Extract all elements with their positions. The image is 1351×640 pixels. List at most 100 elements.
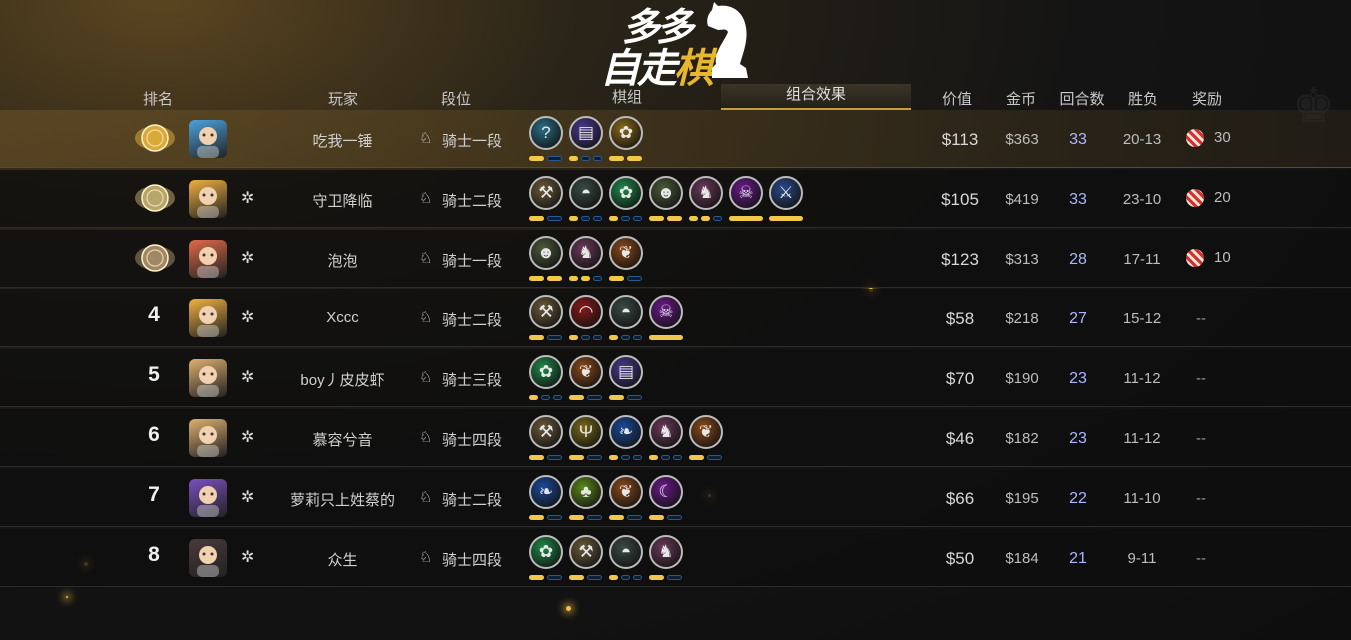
avatar[interactable] [189, 179, 227, 218]
synergy-segment [547, 514, 562, 520]
paw-icon[interactable]: ✿ [529, 534, 563, 569]
synergy-segment [547, 574, 562, 580]
trident-icon[interactable]: Ψ [569, 415, 603, 449]
table-row[interactable]: 吃我一锤 ♘ 骑士一段? ▤ ✿ $113 $363 33 20-13 30 [0, 110, 1351, 168]
gold-value: $182 [1005, 430, 1039, 447]
gold-value: $218 [1005, 310, 1039, 328]
player-name: 守卫降临 [312, 192, 373, 210]
win-loss-value: 11-10 [1123, 489, 1161, 507]
table-row[interactable]: 7 ✲ 萝莉只上姓蔡的 ♘ 骑士二段 ❧ ♣ ❦ ☾ $66 $195 22 11-10 -- [0, 468, 1351, 527]
synergy-segment [649, 335, 683, 341]
candy-icon [1186, 248, 1204, 267]
gear-icon[interactable]: ✲ [241, 190, 254, 207]
dome-icon[interactable]: ◠ [569, 295, 603, 330]
gold-value: $190 [1005, 370, 1039, 388]
gear-icon[interactable]: ✲ [241, 549, 254, 566]
axe-icon[interactable]: ⚒ [529, 415, 563, 449]
leaf-icon[interactable]: ❦ [609, 474, 643, 509]
player-name: 萝莉只上姓蔡的 [289, 491, 395, 509]
goblin-icon[interactable]: ☻ [529, 235, 563, 270]
synergy-segment [581, 335, 590, 341]
paw-icon[interactable]: ✿ [609, 175, 643, 210]
gear-icon[interactable]: ✲ [241, 250, 254, 267]
reward-value: -- [1196, 489, 1206, 507]
leaf-icon[interactable]: ❦ [689, 415, 723, 449]
synergy-segment [609, 455, 618, 460]
clover-icon[interactable]: ♣ [569, 474, 603, 509]
synergy-segment [569, 455, 584, 460]
gear-icon[interactable]: ✲ [241, 370, 254, 386]
avatar[interactable] [189, 478, 227, 517]
sparkle [66, 596, 68, 598]
avatar[interactable] [189, 120, 227, 158]
avatar[interactable] [189, 239, 227, 278]
synergy-segment [627, 395, 642, 401]
leaf-icon[interactable]: ❦ [609, 235, 643, 270]
table-row[interactable]: 5 ✲ boy丿皮皮虾 ♘ 骑士三段 ✿ ❦ ▤ $70 $190 23 11-12 -- [0, 349, 1351, 408]
synergy-segment [621, 335, 630, 341]
synergy-segment [649, 514, 664, 520]
demon-icon[interactable]: ☠ [729, 175, 763, 210]
synergy-segment [553, 395, 562, 401]
horse-icon[interactable]: ♞ [649, 534, 683, 569]
tab-pieces[interactable]: 棋组 [609, 86, 645, 107]
gear-icon[interactable]: ✲ [241, 310, 254, 326]
goblin-icon[interactable]: ☻ [649, 175, 683, 210]
horse-icon[interactable]: ♞ [689, 175, 723, 210]
axe-icon[interactable]: ⚒ [529, 175, 563, 210]
synergy-segment [593, 156, 602, 161]
synergy-segment [587, 395, 602, 401]
paw-icon[interactable]: ✿ [609, 116, 643, 150]
synergy-segment [569, 574, 584, 580]
feather-icon[interactable]: ❧ [529, 474, 563, 509]
book-icon[interactable]: ▤ [609, 355, 643, 390]
synergy-segment [609, 156, 624, 161]
horse-icon[interactable]: ♞ [569, 235, 603, 270]
synergy-segment [529, 395, 538, 401]
paw-icon[interactable]: ✿ [529, 355, 563, 390]
synergy-segment [569, 275, 578, 281]
rank-number: 7 [148, 482, 160, 506]
header-gold: 金币 [1005, 91, 1036, 108]
helmet-icon[interactable]: ◓ [569, 175, 603, 210]
gear-icon[interactable]: ✲ [241, 430, 254, 446]
axe-icon[interactable]: ⚒ [529, 295, 563, 330]
avatar[interactable] [189, 299, 227, 338]
price-value: $66 [945, 488, 975, 508]
demon-icon[interactable]: ☠ [649, 295, 683, 330]
gear-icon[interactable]: ✲ [241, 489, 254, 506]
question-icon[interactable]: ? [529, 116, 563, 150]
table-row[interactable]: ✲ 泡泡 ♘ 骑士一段 ☻ ♞ ❦ $123 $313 28 17-11 10 [0, 229, 1351, 288]
table-row[interactable]: 6 ✲ 慕容兮音 ♘ 骑士四段 ⚒ Ψ ❧ ♞ ❦ $46 $182 23 11-12 -- [0, 409, 1351, 467]
helmet-icon[interactable]: ◓ [609, 295, 643, 330]
rounds-value: 27 [1069, 310, 1087, 328]
horse-icon[interactable]: ♞ [649, 415, 683, 449]
avatar[interactable] [189, 419, 227, 457]
table-row[interactable]: 4 ✲ Xccc ♘ 骑士二段 ⚒ ◠ ◓ ☠ $58 $218 27 15-12 -- [0, 289, 1351, 348]
table-row[interactable]: 8 ✲ 众生 ♘ 骑士四段 ✿ ⚒ ◓ ♞ $50 $184 21 9-11 -- [0, 528, 1351, 587]
header-tier: 段位 [440, 91, 471, 108]
synergy-segment [593, 275, 602, 281]
sword-icon[interactable]: ⚔ [769, 175, 803, 210]
rounds-value: 33 [1069, 131, 1087, 148]
header-rounds: 回合数 [1059, 91, 1105, 108]
synergy-segment [689, 215, 698, 221]
avatar[interactable] [189, 359, 227, 398]
helmet-icon[interactable]: ◓ [609, 534, 643, 569]
synergy-segment [713, 215, 722, 221]
table-row[interactable]: ✲ 守卫降临 ♘ 骑士二段 ⚒ ◓ ✿ ☻ ♞ ☠ ⚔ $105 $419 33 23-10 20 [0, 169, 1351, 228]
synergy-segment [569, 215, 578, 221]
crescent-icon[interactable]: ☾ [649, 474, 683, 509]
tab-combo-effect[interactable]: 组合效果 [721, 84, 911, 110]
leaf-icon[interactable]: ❦ [569, 355, 603, 390]
avatar[interactable] [189, 538, 227, 577]
book-icon[interactable]: ▤ [569, 116, 603, 150]
rounds-value: 23 [1069, 430, 1087, 447]
synergy-segment [581, 215, 590, 221]
reward: 30 [1186, 129, 1231, 148]
synergy-segment [547, 156, 562, 161]
rank-medal-icon [134, 119, 176, 157]
axe-icon[interactable]: ⚒ [569, 534, 603, 569]
feather-icon[interactable]: ❧ [609, 415, 643, 449]
reward: 20 [1186, 189, 1231, 207]
